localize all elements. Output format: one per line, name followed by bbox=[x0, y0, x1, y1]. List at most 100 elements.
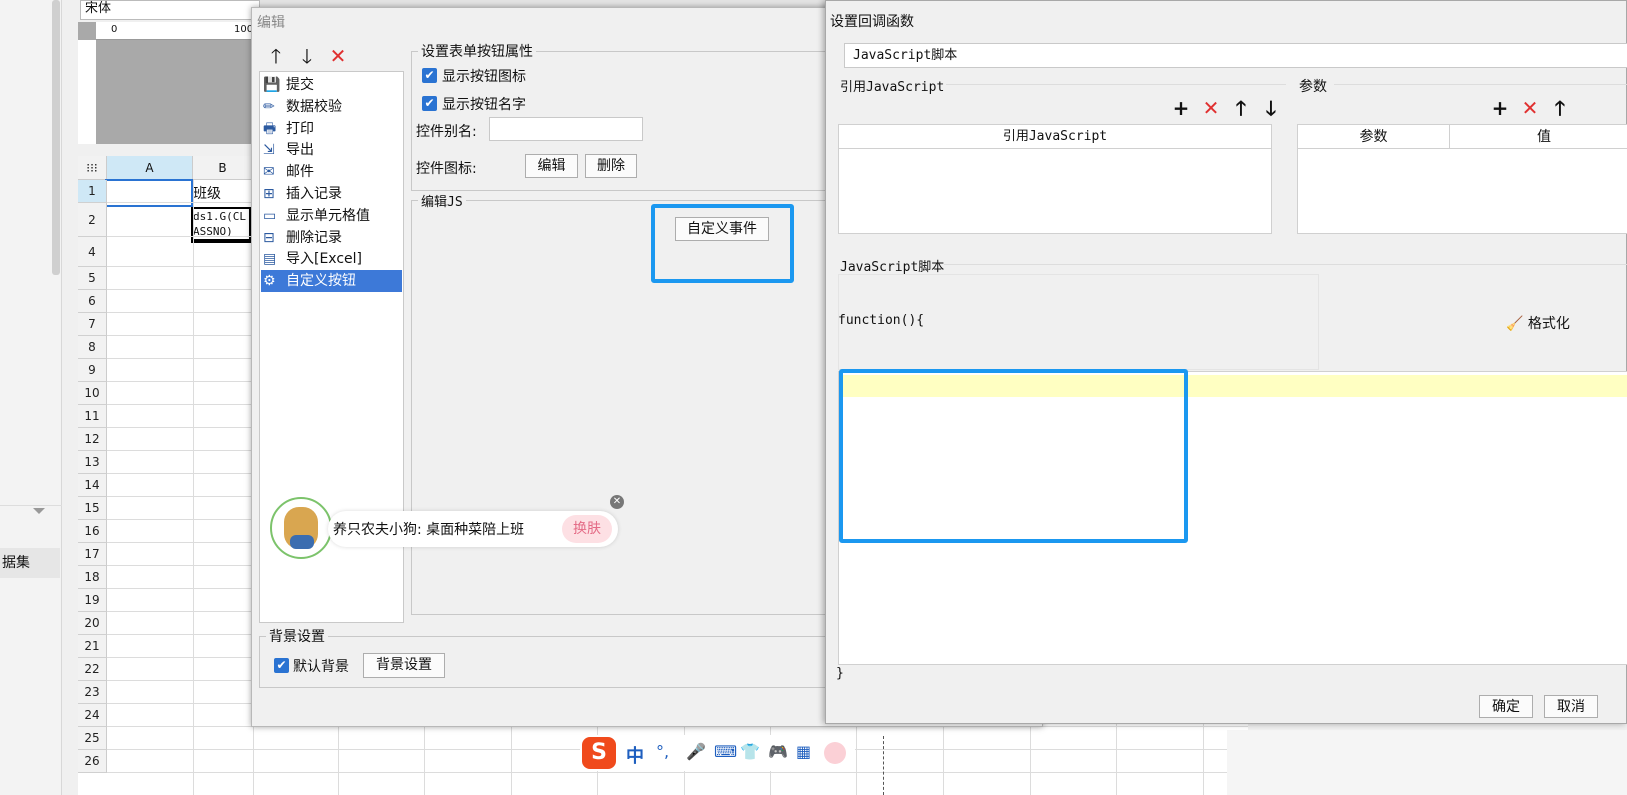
row-header[interactable]: 11 bbox=[78, 405, 107, 428]
ime-punctuation[interactable]: °, bbox=[656, 742, 669, 761]
delete-icon[interactable]: ✕ bbox=[1519, 97, 1541, 119]
skin-shirt-icon[interactable]: 👕 bbox=[740, 742, 760, 761]
tree-item[interactable]: ⇲ 导出 bbox=[261, 139, 402, 161]
tree-item[interactable]: ✏ 数据校验 bbox=[261, 96, 402, 118]
cancel-button[interactable]: 取消 bbox=[1544, 695, 1598, 718]
mascot-icon[interactable] bbox=[824, 742, 846, 764]
tree-item[interactable]: ✉ 邮件 bbox=[261, 161, 402, 183]
mascot-detail bbox=[290, 535, 314, 549]
row-header[interactable]: 23 bbox=[78, 681, 107, 704]
pencil-icon: ✏ bbox=[263, 98, 275, 115]
row-header[interactable]: 12 bbox=[78, 428, 107, 451]
alias-input[interactable] bbox=[489, 117, 643, 141]
game-icon[interactable]: 🎮 bbox=[768, 742, 788, 761]
row-header[interactable]: 14 bbox=[78, 474, 107, 497]
tree-item[interactable]: ⊞ 插入记录 bbox=[261, 183, 402, 205]
ref-js-table[interactable]: 引用JavaScript bbox=[838, 124, 1272, 234]
arrow-down-icon[interactable]: 🡓 bbox=[1260, 97, 1282, 119]
value-header[interactable]: 值 bbox=[1450, 125, 1627, 149]
column-gridline bbox=[193, 180, 194, 795]
sogou-logo-icon[interactable]: S bbox=[582, 737, 616, 769]
arrow-down-icon[interactable]: 🡓 bbox=[294, 43, 320, 69]
param-header[interactable]: 参数 bbox=[1298, 125, 1450, 149]
cell-b2[interactable]: ds1.G(CLASSNO) bbox=[191, 207, 251, 243]
row-header[interactable]: 25 bbox=[78, 727, 107, 750]
default-bg-checkbox[interactable]: ✔ bbox=[274, 658, 289, 673]
excel-icon: ▤ bbox=[263, 251, 277, 268]
skin-button[interactable]: 换肤 bbox=[562, 515, 612, 543]
row-header[interactable]: 2 bbox=[78, 203, 107, 237]
tree-item-label: 显示单元格值 bbox=[286, 207, 370, 224]
row-header[interactable]: 18 bbox=[78, 566, 107, 589]
row-header[interactable]: 7 bbox=[78, 313, 107, 336]
params-table[interactable]: 参数 值 bbox=[1297, 124, 1627, 234]
script-type-select[interactable]: JavaScript脚本 bbox=[844, 43, 1627, 68]
row-header[interactable]: 1 bbox=[78, 180, 107, 203]
edit-icon-button[interactable]: 编辑 bbox=[525, 154, 578, 178]
row-header[interactable]: 13 bbox=[78, 451, 107, 474]
arrow-up-icon[interactable]: 🡑 bbox=[1230, 97, 1252, 119]
show-icon-checkbox[interactable]: ✔ bbox=[422, 68, 437, 83]
row-header[interactable]: 19 bbox=[78, 589, 107, 612]
keyboard-icon[interactable]: ⌨ bbox=[714, 742, 737, 761]
format-button[interactable]: 🧹 格式化 bbox=[1506, 313, 1570, 333]
tree-item[interactable]: ▤ 导入[Excel] bbox=[261, 248, 402, 270]
tree-item[interactable]: ⚙ 自定义按钮 bbox=[261, 270, 402, 293]
row-header[interactable]: 5 bbox=[78, 267, 107, 290]
ref-js-header[interactable]: 引用JavaScript bbox=[839, 125, 1271, 149]
microphone-icon[interactable]: 🎤 bbox=[686, 742, 706, 761]
row-header[interactable]: 15 bbox=[78, 497, 107, 520]
tree-item[interactable]: 💾 提交 bbox=[261, 74, 402, 96]
tree-item-label: 导入[Excel] bbox=[286, 251, 363, 268]
row-header[interactable]: 4 bbox=[78, 237, 107, 267]
tree-item-label: 导出 bbox=[286, 142, 314, 159]
mail-icon: ✉ bbox=[263, 164, 275, 181]
delete-icon[interactable]: ✕ bbox=[325, 43, 351, 69]
tree-item[interactable]: ⊟ 删除记录 bbox=[261, 227, 402, 249]
dialog-title: 编辑 bbox=[257, 15, 285, 31]
ad-popup[interactable]: 养只农夫小狗: 桌面种菜陪上班 换肤 ✕ bbox=[270, 495, 624, 559]
column-header-b[interactable]: B bbox=[193, 156, 253, 180]
add-icon[interactable]: + bbox=[1489, 97, 1511, 119]
row-header[interactable]: 10 bbox=[78, 382, 107, 405]
group-legend: 编辑JS bbox=[421, 195, 463, 210]
ime-toolbar[interactable]: S 中 °, 🎤 ⌨ 👕 🎮 ▦ bbox=[580, 735, 855, 771]
cell-b1[interactable]: 班级 bbox=[193, 183, 221, 203]
row-header[interactable]: 26 bbox=[78, 750, 107, 773]
show-icon-label: 显示按钮图标 bbox=[442, 69, 526, 85]
font-select[interactable]: 宋体 bbox=[80, 0, 260, 20]
row-header[interactable]: 22 bbox=[78, 658, 107, 681]
row-header[interactable]: 20 bbox=[78, 612, 107, 635]
collapse-arrow-icon[interactable] bbox=[33, 508, 45, 514]
arrow-up-icon[interactable]: 🡑 bbox=[1549, 97, 1571, 119]
printer-icon: 🖶 bbox=[263, 120, 277, 137]
bg-settings-button[interactable]: 背景设置 bbox=[363, 653, 445, 678]
show-name-checkbox[interactable]: ✔ bbox=[422, 96, 437, 111]
corner-cell[interactable]: ⁝⁝⁝ bbox=[78, 156, 107, 180]
tree-item[interactable]: 🖶 打印 bbox=[261, 118, 402, 140]
close-icon[interactable]: ✕ bbox=[610, 495, 624, 509]
delete-icon[interactable]: ✕ bbox=[1200, 97, 1222, 119]
row-header[interactable]: 21 bbox=[78, 635, 107, 658]
ad-text[interactable]: 养只农夫小狗: 桌面种菜陪上班 bbox=[333, 519, 524, 539]
dataset-tab[interactable]: 据集 bbox=[0, 548, 60, 578]
row-header[interactable]: 24 bbox=[78, 704, 107, 727]
row-header[interactable]: 9 bbox=[78, 359, 107, 382]
tree-item[interactable]: ▭ 显示单元格值 bbox=[261, 205, 402, 227]
toolbox-icon[interactable]: ▦ bbox=[796, 742, 811, 761]
params-legend: 参数 bbox=[1299, 79, 1327, 95]
delete-icon-button[interactable]: 删除 bbox=[585, 154, 637, 178]
ime-language[interactable]: 中 bbox=[626, 742, 644, 768]
ok-button[interactable]: 确定 bbox=[1479, 695, 1533, 718]
horizontal-ruler: 0 100 bbox=[96, 22, 258, 40]
add-icon[interactable]: + bbox=[1170, 97, 1192, 119]
show-name-label: 显示按钮名字 bbox=[442, 97, 526, 113]
left-panel-scrollbar[interactable] bbox=[52, 0, 60, 275]
row-gridline bbox=[107, 772, 1248, 773]
row-header[interactable]: 17 bbox=[78, 543, 107, 566]
column-header-a[interactable]: A bbox=[107, 156, 193, 180]
row-header[interactable]: 6 bbox=[78, 290, 107, 313]
row-header[interactable]: 8 bbox=[78, 336, 107, 359]
arrow-up-icon[interactable]: 🡑 bbox=[263, 43, 289, 69]
row-header[interactable]: 16 bbox=[78, 520, 107, 543]
